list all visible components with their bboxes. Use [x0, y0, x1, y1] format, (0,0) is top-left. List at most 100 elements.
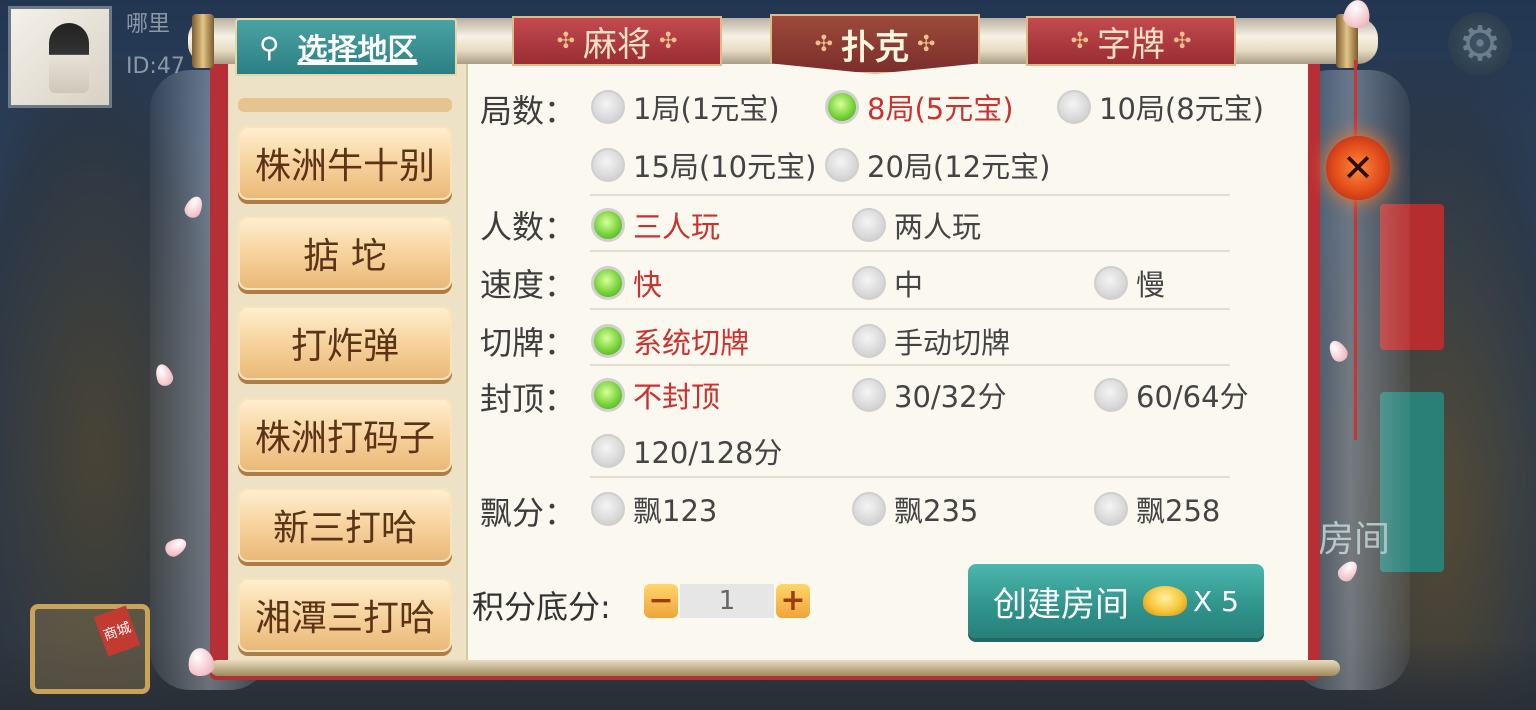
float-option[interactable]: 飘258: [1094, 488, 1220, 530]
tab-ornament-icon: ✣: [814, 31, 833, 57]
radio-selected-icon: [591, 266, 625, 300]
rounds-option[interactable]: 1局(1元宝): [591, 86, 780, 128]
tab-label: 字牌: [1097, 24, 1165, 65]
select-region-label: 选择地区: [297, 33, 418, 68]
tab-label: 扑克: [841, 27, 909, 68]
close-button[interactable]: ✕: [1326, 136, 1390, 200]
close-icon: ✕: [1342, 146, 1374, 190]
cap-label: 封顶：: [480, 380, 577, 418]
avatar-figure: [49, 23, 89, 93]
radio-selected-icon: [591, 324, 625, 358]
game-button-xinsan-daha[interactable]: 新三打哈: [238, 488, 452, 562]
speed-option[interactable]: 快: [591, 262, 662, 304]
speed-label: 速度：: [480, 266, 577, 304]
base-score-stepper: − 1 +: [644, 584, 810, 618]
lantern-string: [1354, 60, 1357, 440]
cut-option[interactable]: 系统切牌: [591, 320, 749, 362]
cap-option[interactable]: 60/64分: [1094, 374, 1249, 416]
float-option-text: 飘258: [1136, 494, 1221, 528]
cut-option[interactable]: 手动切牌: [852, 320, 1010, 362]
avatar[interactable]: [8, 6, 112, 108]
radio-icon: [825, 148, 859, 182]
radio-icon: [1094, 378, 1128, 412]
rounds-option-text: 1局(1元宝): [633, 92, 780, 126]
radio-icon: [852, 378, 886, 412]
tab-poker[interactable]: ✣ 扑克 ✣: [770, 14, 980, 74]
cut-option-text: 系统切牌: [633, 326, 750, 360]
radio-selected-icon: [591, 378, 625, 412]
rounds-option-text: 20局(12元宝): [867, 150, 1051, 184]
float-option[interactable]: 飘123: [591, 488, 717, 530]
tab-ornament-icon: ✣: [1173, 28, 1192, 54]
gear-icon: ⚙: [1458, 16, 1502, 72]
speed-option[interactable]: 慢: [1094, 262, 1165, 304]
scroll-rod-bottom: [210, 660, 1340, 676]
tab-ornament-icon: ✣: [659, 28, 678, 54]
divider: [590, 364, 1230, 366]
sidebar-scroll-top-edge: [238, 98, 452, 112]
divider: [590, 194, 1230, 196]
location-pin-icon: ⚲: [259, 30, 280, 64]
radio-icon: [852, 324, 886, 358]
shop-cart-icon[interactable]: [30, 604, 150, 694]
radio-icon: [591, 148, 625, 182]
base-score-label: 积分底分:: [472, 588, 611, 626]
create-room-button[interactable]: 创建房间 X 5: [968, 564, 1264, 638]
divider: [590, 476, 1230, 478]
rounds-option-text: 10局(8元宝): [1099, 92, 1264, 126]
gold-ingot-icon: [1143, 586, 1188, 616]
cap-option[interactable]: 120/128分: [591, 430, 782, 472]
players-option-text: 三人玩: [633, 210, 721, 244]
select-region-tab[interactable]: ⚲ 选择地区: [235, 18, 457, 76]
tab-ornament-icon: ✣: [1070, 28, 1089, 54]
cut-label: 切牌：: [480, 324, 577, 362]
tab-ornament-icon: ✣: [556, 28, 575, 54]
game-button-zhuzhou-niushibie[interactable]: 株洲牛十别: [238, 126, 452, 200]
radio-selected-icon: [825, 90, 859, 124]
rounds-option[interactable]: 8局(5元宝): [825, 86, 1014, 128]
speed-option[interactable]: 中: [852, 262, 923, 304]
rounds-option[interactable]: 20局(12元宝): [825, 144, 1050, 186]
players-option-text: 两人玩: [894, 210, 982, 244]
radio-icon: [591, 90, 625, 124]
create-room-label: 创建房间: [993, 584, 1130, 625]
speed-option-text: 快: [633, 268, 663, 302]
create-room-cost: X 5: [1193, 584, 1239, 618]
divider: [590, 308, 1230, 310]
cap-option-text: 120/128分: [633, 436, 783, 470]
cap-option-text: 不封顶: [633, 380, 721, 414]
radio-icon: [852, 266, 886, 300]
cap-option[interactable]: 30/32分: [852, 374, 1007, 416]
game-button-dazhadan[interactable]: 打炸弹: [238, 306, 452, 380]
radio-selected-icon: [591, 208, 625, 242]
rounds-label: 局数：: [480, 92, 577, 130]
rounds-option[interactable]: 10局(8元宝): [1057, 86, 1264, 128]
game-button-xiangtan-sandaha[interactable]: 湘潭三打哈: [238, 578, 452, 652]
minus-button[interactable]: −: [644, 584, 678, 618]
radio-icon: [1094, 266, 1128, 300]
rounds-option-text: 8局(5元宝): [867, 92, 1014, 126]
float-option[interactable]: 飘235: [852, 488, 978, 530]
radio-icon: [1057, 90, 1091, 124]
divider: [590, 250, 1230, 252]
radio-icon: [852, 492, 886, 526]
float-option-text: 飘123: [633, 494, 718, 528]
radio-icon: [591, 492, 625, 526]
game-button-dianduo[interactable]: 掂 坨: [238, 216, 452, 290]
tab-zipai[interactable]: ✣ 字牌 ✣: [1026, 16, 1236, 66]
players-option[interactable]: 两人玩: [852, 204, 981, 246]
rounds-option[interactable]: 15局(10元宝): [591, 144, 816, 186]
game-button-zhuzhou-damazi[interactable]: 株洲打码子: [238, 398, 452, 472]
float-label: 飘分：: [480, 494, 577, 532]
players-option[interactable]: 三人玩: [591, 204, 720, 246]
cap-option[interactable]: 不封顶: [591, 374, 720, 416]
tab-mahjong[interactable]: ✣ 麻将 ✣: [512, 16, 722, 66]
plus-button[interactable]: +: [776, 584, 810, 618]
base-score-value: 1: [680, 584, 774, 618]
settings-button[interactable]: ⚙: [1448, 12, 1512, 76]
cap-option-text: 30/32分: [894, 380, 1007, 414]
user-name: 哪里: [126, 12, 171, 37]
rod-cap-left: [192, 14, 214, 68]
players-label: 人数：: [480, 208, 577, 246]
radio-icon: [852, 208, 886, 242]
